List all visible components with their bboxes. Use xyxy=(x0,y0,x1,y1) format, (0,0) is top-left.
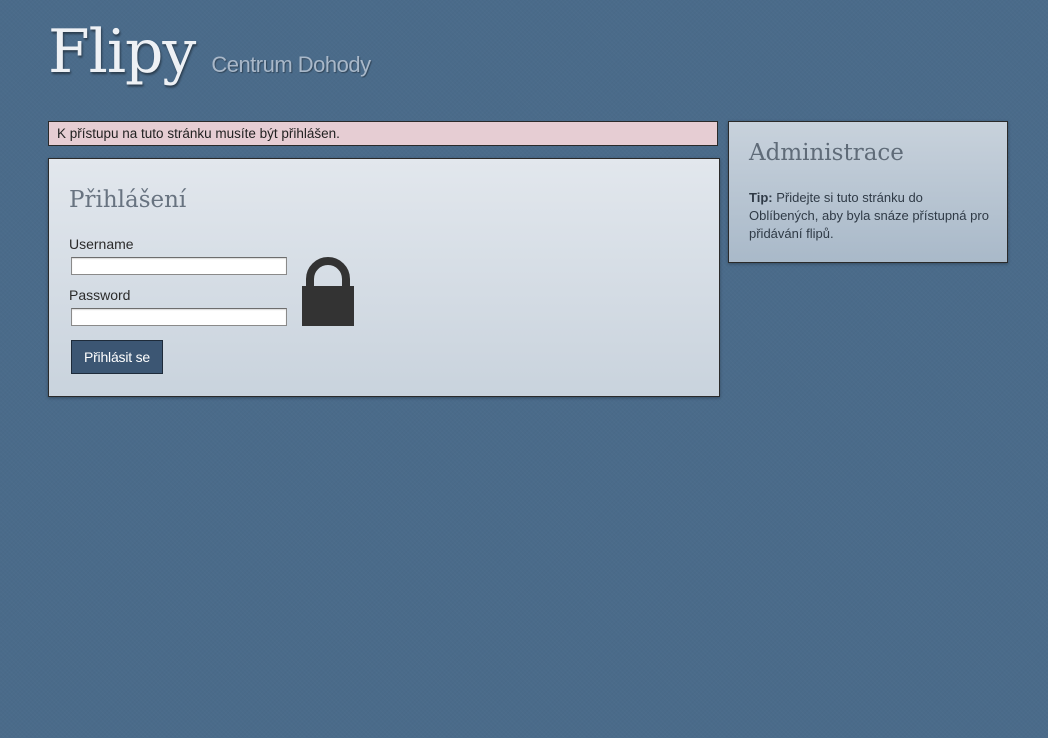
username-input[interactable] xyxy=(71,257,287,275)
tip-label: Tip: xyxy=(749,190,773,205)
password-label: Password xyxy=(69,287,131,303)
login-heading: Přihlášení xyxy=(69,187,187,213)
site-title[interactable]: Flipy xyxy=(48,22,196,82)
admin-tip: Tip: Přidejte si tuto stránku do Oblíben… xyxy=(749,189,989,243)
password-input[interactable] xyxy=(71,308,287,326)
lock-icon xyxy=(302,257,354,326)
flash-message: K přístupu na tuto stránku musíte být př… xyxy=(48,121,718,146)
login-panel: Přihlášení Username Password Přihlásit s… xyxy=(48,158,720,397)
site-header: Flipy Centrum Dohody xyxy=(48,22,371,102)
admin-heading: Administrace xyxy=(749,140,904,166)
admin-panel: Administrace Tip: Přidejte si tuto strán… xyxy=(728,121,1008,263)
login-button[interactable]: Přihlásit se xyxy=(71,340,163,374)
username-label: Username xyxy=(69,236,134,252)
tip-text: Přidejte si tuto stránku do Oblíbených, … xyxy=(749,190,989,241)
site-subtitle: Centrum Dohody xyxy=(211,52,371,77)
